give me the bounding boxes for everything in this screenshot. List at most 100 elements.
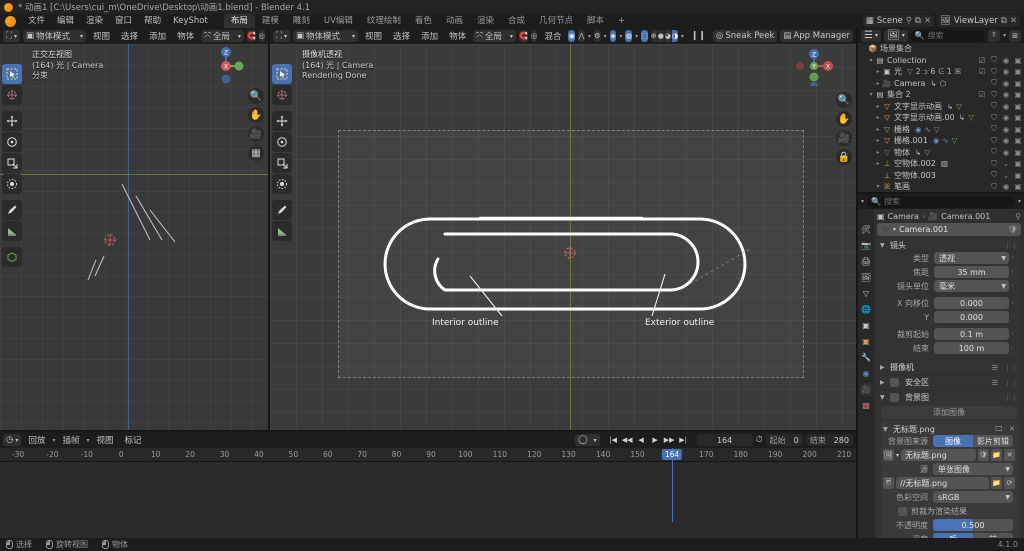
- viewport-right-canvas[interactable]: Interior outline Exterior outline 摄像机透视 …: [270, 44, 856, 432]
- bg-filepath-field[interactable]: //无标题.png: [896, 477, 989, 489]
- delete-viewlayer-icon[interactable]: ✕: [1010, 16, 1017, 26]
- bg-entry-display-icon[interactable]: 🖵: [995, 425, 1002, 434]
- delete-scene-icon[interactable]: ✕: [924, 16, 931, 26]
- bg-browse-file-icon[interactable]: 📁: [991, 477, 1002, 489]
- selectable-toggle-icon[interactable]: ⛉: [990, 124, 998, 134]
- new-collection-icon[interactable]: ⊞: [1009, 29, 1021, 42]
- selectable-toggle-icon[interactable]: ⛉: [990, 78, 998, 88]
- outliner-datablock-icon[interactable]: כ: [924, 67, 928, 76]
- tool-select-box-left[interactable]: [2, 64, 22, 84]
- lens-type-dropdown[interactable]: 透视 ▼: [934, 252, 1009, 264]
- camera-view-icon-right[interactable]: 🎥: [836, 130, 852, 146]
- app-manager-button[interactable]: ▤ App Manager: [780, 30, 854, 42]
- outliner-row[interactable]: ▸ 🎥 Camera ↳ ⬡ ⛉ ◉ ▣: [858, 78, 1024, 90]
- bg-datablock-name[interactable]: 无标题.png: [901, 449, 976, 461]
- outliner-datablock-icon[interactable]: ᕮ: [938, 67, 944, 77]
- jump-to-end-button[interactable]: ▶|: [677, 434, 690, 446]
- chevron-right-icon[interactable]: ▸: [874, 80, 882, 87]
- safe-areas-preset-icon[interactable]: ☰: [992, 379, 998, 387]
- tab-object-icon[interactable]: ▣: [860, 335, 873, 348]
- add-image-button[interactable]: 添加图像: [881, 406, 1017, 419]
- outliner-datablock-icon[interactable]: ▽: [907, 67, 913, 76]
- chevron-right-icon[interactable]: ▸: [874, 126, 882, 133]
- focal-length-animate-dot[interactable]: ◦: [1009, 268, 1016, 276]
- safe-areas-checkbox[interactable]: [890, 378, 899, 387]
- editor-type-selector-right[interactable]: ⛶ ▾: [273, 30, 290, 42]
- shading-wireframe-icon[interactable]: ⊕: [651, 30, 658, 42]
- tool-select-box-right[interactable]: [272, 64, 292, 84]
- visibility-toggle-icon[interactable]: ◉: [1002, 56, 1010, 65]
- play-button[interactable]: ▶: [649, 434, 662, 446]
- outliner-item-label[interactable]: 集合 2: [887, 89, 911, 100]
- breadcrumb-object-name[interactable]: Camera: [888, 212, 919, 221]
- render-toggle-icon[interactable]: ▣: [1014, 56, 1022, 65]
- tab-object-data-icon[interactable]: 🎥: [859, 383, 873, 396]
- bg-source-movieclip-option[interactable]: 影片剪辑: [973, 435, 1013, 447]
- chevron-right-icon[interactable]: ▸: [874, 160, 882, 167]
- mode-selector-left[interactable]: ▣ 物体模式 ▾: [22, 30, 87, 42]
- visibility-toggle-icon[interactable]: ◉: [1002, 136, 1010, 145]
- chevron-down-icon[interactable]: ▾: [867, 57, 875, 64]
- camera-preset-icon[interactable]: ☰: [992, 364, 998, 372]
- viewport-right[interactable]: ⛶ ▾ ▣ 物体模式 ▾ 视图 选择 添加 物体 ⤧ 全局 ▾ 🧲 ◎ 混合 ◉ ⋀ ▾ …: [270, 28, 856, 432]
- filter-icon[interactable]: ⍒: [987, 29, 1000, 42]
- tab-add-workspace[interactable]: +: [611, 14, 632, 28]
- outliner-row[interactable]: ⊥ 空物体.003 ⛉ ⌄ ▣: [858, 170, 1024, 182]
- lens-panel-header[interactable]: ▼ 镜头 ⋮⋮: [877, 239, 1021, 252]
- sneak-peek-button[interactable]: ◎ Sneak Peek: [712, 30, 778, 42]
- menu-render[interactable]: 渲染: [80, 14, 109, 28]
- tool-transform-right[interactable]: [272, 174, 292, 194]
- hand-pan-icon-left[interactable]: ✋: [248, 107, 264, 123]
- safe-areas-panel-header[interactable]: ▶ 安全区 ☰ ⋮⋮: [877, 376, 1021, 389]
- shift-x-animate-dot[interactable]: ◦: [1009, 299, 1016, 307]
- outliner-item-label[interactable]: 栅格: [894, 124, 910, 135]
- menu-select-left[interactable]: 选择: [117, 30, 142, 42]
- tab-modifiers-icon[interactable]: 🔧: [860, 351, 873, 364]
- bg-colorspace-dropdown[interactable]: sRGB ▼: [933, 491, 1013, 503]
- outliner-item-label[interactable]: 笔画: [894, 181, 910, 192]
- clip-end-field[interactable]: 100 m: [934, 342, 1009, 354]
- outliner-datablock-icon[interactable]: ▽: [924, 148, 930, 157]
- tab-texture-paint[interactable]: 纹理绘制: [360, 14, 408, 28]
- chevron-right-icon[interactable]: ▸: [874, 103, 882, 110]
- outliner-datablock-icon[interactable]: ▽: [956, 102, 962, 111]
- properties-panel-body[interactable]: ▣ Camera › 🎥 Camera.001 ⚲ 🎥 ▾ Camera.001…: [874, 209, 1024, 544]
- selectable-toggle-icon[interactable]: ⛉: [990, 147, 998, 157]
- bg-fake-user-icon[interactable]: 🛡: [978, 449, 989, 461]
- bg-render-result-checkbox[interactable]: [898, 506, 907, 516]
- shading-solid-icon[interactable]: ●: [658, 30, 665, 42]
- viewlayer-selector[interactable]: 🖼 ViewLayer ⧉ ✕: [937, 15, 1020, 27]
- shift-y-field[interactable]: 0.000: [934, 311, 1009, 323]
- proportional-edit-left[interactable]: ◎: [258, 30, 265, 42]
- visibility-toggle-icon[interactable]: ⌄: [1002, 159, 1010, 168]
- pin-id-icon[interactable]: ⚲: [1015, 212, 1021, 221]
- outliner-datablock-icon[interactable]: ▽: [934, 125, 940, 134]
- clip-start-animate-dot[interactable]: ◦: [1009, 330, 1016, 338]
- render-toggle-icon[interactable]: ▣: [1014, 67, 1022, 76]
- menu-playback[interactable]: 回放: [24, 434, 49, 446]
- render-toggle-icon[interactable]: ▣: [1014, 90, 1022, 99]
- selectable-toggle-icon[interactable]: ⛉: [990, 113, 998, 123]
- jump-next-keyframe-button[interactable]: ▶▶: [663, 434, 676, 446]
- outliner-row[interactable]: ▸ ▽ 文字显示动画 ↳ ▽ ⛉ ◉ ▣: [858, 101, 1024, 113]
- outliner-datablock-icon[interactable]: ↳: [959, 113, 965, 122]
- stopwatch-icon[interactable]: ⏱: [756, 435, 763, 445]
- outliner-datablock-icon[interactable]: ꕤ: [955, 67, 961, 77]
- outliner-row[interactable]: 📦 场景集合: [858, 43, 1024, 55]
- menu-object-right[interactable]: 物体: [445, 30, 470, 42]
- outliner-datablock-icon[interactable]: ∿: [925, 125, 931, 134]
- menu-add-left[interactable]: 添加: [145, 30, 170, 42]
- menu-file[interactable]: 文件: [22, 14, 51, 28]
- outliner-row[interactable]: ▾ ꕤ 笔画 ⛉ ◉ ▣: [858, 181, 1024, 193]
- shading-rendered-icon[interactable]: ◑: [671, 30, 678, 42]
- menu-window[interactable]: 窗口: [109, 14, 138, 28]
- editor-type-selector-outliner[interactable]: ☰ ▾: [861, 29, 881, 42]
- visibility-toggle-icon[interactable]: ◉: [1002, 182, 1010, 191]
- selectable-toggle-icon[interactable]: ⛉: [990, 170, 998, 180]
- proportional-edit-right[interactable]: ◎: [530, 30, 538, 42]
- tab-layout[interactable]: 布局: [223, 14, 255, 28]
- menu-view-timeline[interactable]: 视图: [93, 434, 118, 446]
- menu-marker[interactable]: 标记: [121, 434, 146, 446]
- new-scene-icon[interactable]: ⧉: [915, 16, 921, 26]
- outliner-datablock-icon[interactable]: 2: [916, 67, 921, 76]
